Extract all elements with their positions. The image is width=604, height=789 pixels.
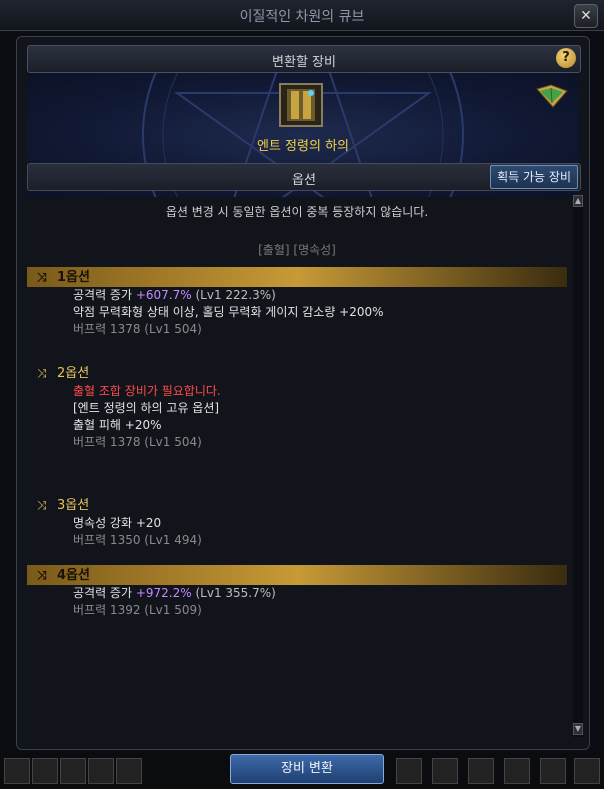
cube-panel: 변환할 장비 ? 엔트 정령의 하의 옵션 획득 가능 장비 옵션 변경 시 동… (16, 36, 590, 750)
option-3: ⤨ 3옵션 명속성 강화 +20 버프력 1350 (Lv1 494) (27, 495, 567, 549)
quick-slot[interactable] (574, 758, 600, 784)
scroll-up-button[interactable]: ▲ (573, 195, 583, 207)
close-icon: ✕ (580, 8, 592, 24)
option-header[interactable]: ⤨ 2옵션 (27, 363, 567, 383)
header-title: 변환할 장비 (272, 55, 336, 70)
shuffle-icon: ⤨ (37, 568, 47, 582)
option-2: ⤨ 2옵션 출혈 조합 장비가 필요합니다. [엔트 정령의 하의 고유 옵션] … (27, 363, 567, 451)
shuffle-icon: ⤨ (37, 366, 47, 380)
option-line: 공격력 증가 +972.2% (Lv1 355.7%) (73, 586, 276, 600)
quick-slot[interactable] (4, 758, 30, 784)
option-line: 버프력 1378 (Lv1 504) (73, 435, 202, 449)
options-bar: 옵션 획득 가능 장비 (27, 163, 581, 191)
chevron-up-icon: ▲ (574, 196, 582, 205)
item-slot[interactable] (279, 83, 323, 127)
option-line: 약점 무력화형 상태 이상, 홀딩 무력화 게이지 감소량 +200% (73, 305, 384, 319)
quick-slot[interactable] (60, 758, 86, 784)
option-label: 1옵션 (57, 270, 90, 285)
quick-slot[interactable] (116, 758, 142, 784)
option-line: 출혈 조합 장비가 필요합니다. (73, 384, 221, 398)
quick-slot[interactable] (396, 758, 422, 784)
option-line: 출혈 피해 +20% (73, 418, 162, 432)
option-line: [엔트 정령의 하의 고유 옵션] (73, 401, 220, 415)
notice-text: 옵션 변경 시 동일한 옵션이 중복 등장하지 않습니다. (165, 205, 429, 219)
item-name: 엔트 정령의 하의 (257, 139, 349, 154)
shuffle-icon: ⤨ (37, 498, 47, 512)
option-header[interactable]: ⤨ 1옵션 (27, 267, 567, 287)
chevron-down-icon: ▼ (574, 724, 582, 733)
scroll-down-button[interactable]: ▼ (573, 723, 583, 735)
close-button[interactable]: ✕ (574, 4, 598, 28)
option-label: 4옵션 (57, 568, 90, 583)
option-line: 버프력 1392 (Lv1 509) (73, 603, 202, 617)
option-line: 버프력 1378 (Lv1 504) (73, 322, 202, 336)
obtainable-equipment-button[interactable]: 획득 가능 장비 (490, 165, 578, 189)
shuffle-icon: ⤨ (37, 270, 47, 284)
option-label: 3옵션 (57, 498, 90, 513)
option-1: ⤨ 1옵션 공격력 증가 +607.7% (Lv1 222.3%) 약점 무력화형… (27, 267, 567, 338)
option-header[interactable]: ⤨ 4옵션 (27, 565, 567, 585)
pants-item-icon (287, 89, 315, 121)
convert-equipment-button[interactable]: 장비 변환 (230, 754, 384, 784)
window-title: 이질적인 차원의 큐브 (239, 9, 365, 25)
help-icon: ? (562, 50, 570, 65)
quick-slot[interactable] (32, 758, 58, 784)
option-line: 공격력 증가 +607.7% (Lv1 222.3%) (73, 288, 276, 302)
option-line: 버프력 1350 (Lv1 494) (73, 533, 202, 547)
option-label: 2옵션 (57, 366, 90, 381)
tag-list: [출혈] [명속성] (258, 243, 336, 257)
option-line: 명속성 강화 +20 (73, 516, 162, 530)
header-bar: 변환할 장비 ? (27, 45, 581, 73)
options-content: 옵션 변경 시 동일한 옵션이 중복 등장하지 않습니다. [출혈] [명속성]… (27, 193, 567, 743)
quick-slot[interactable] (88, 758, 114, 784)
title-bar: 이질적인 차원의 큐브 ✕ (0, 0, 604, 31)
option-4: ⤨ 4옵션 공격력 증가 +972.2% (Lv1 355.7%) 버프력 139… (27, 565, 567, 619)
help-button[interactable]: ? (556, 48, 576, 68)
scrollbar-track[interactable] (573, 195, 583, 737)
quick-slot[interactable] (432, 758, 458, 784)
quick-slot[interactable] (540, 758, 566, 784)
option-header[interactable]: ⤨ 3옵션 (27, 495, 567, 515)
book-icon[interactable] (535, 81, 569, 111)
quick-slot[interactable] (504, 758, 530, 784)
quick-slot[interactable] (468, 758, 494, 784)
